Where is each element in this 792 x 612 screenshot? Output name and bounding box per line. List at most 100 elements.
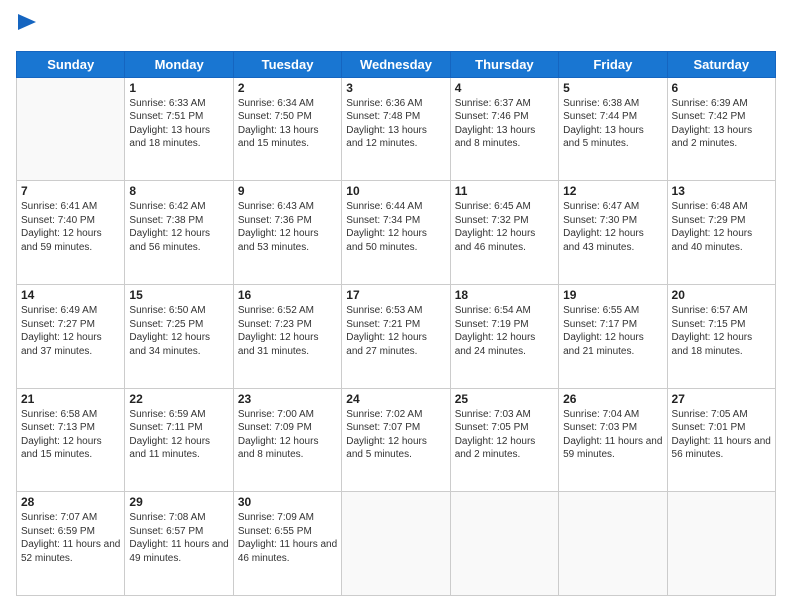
day-number: 29 xyxy=(129,495,228,509)
day-cell: 1 Sunrise: 6:33 AM Sunset: 7:51 PM Daylig… xyxy=(125,77,233,181)
day-cell: 5 Sunrise: 6:38 AM Sunset: 7:44 PM Daylig… xyxy=(559,77,667,181)
header xyxy=(16,16,776,41)
day-info: Sunrise: 7:05 AM Sunset: 7:01 PM Dayligh… xyxy=(672,408,771,462)
calendar-table: SundayMondayTuesdayWednesdayThursdayFrid… xyxy=(16,51,776,596)
day-number: 30 xyxy=(238,495,337,509)
weekday-header-row: SundayMondayTuesdayWednesdayThursdayFrid… xyxy=(17,51,776,77)
day-cell: 20 Sunrise: 6:57 AM Sunset: 7:15 PM Dayli… xyxy=(667,285,775,389)
day-cell xyxy=(342,492,450,596)
day-info: Sunrise: 6:47 AM Sunset: 7:30 PM Dayligh… xyxy=(563,200,662,254)
day-cell: 4 Sunrise: 6:37 AM Sunset: 7:46 PM Daylig… xyxy=(450,77,558,181)
day-number: 4 xyxy=(455,81,554,95)
day-number: 9 xyxy=(238,184,337,198)
day-number: 20 xyxy=(672,288,771,302)
day-cell xyxy=(450,492,558,596)
day-info: Sunrise: 6:59 AM Sunset: 7:11 PM Dayligh… xyxy=(129,408,228,462)
day-info: Sunrise: 6:58 AM Sunset: 7:13 PM Dayligh… xyxy=(21,408,120,462)
day-number: 19 xyxy=(563,288,662,302)
day-number: 28 xyxy=(21,495,120,509)
day-info: Sunrise: 6:45 AM Sunset: 7:32 PM Dayligh… xyxy=(455,200,554,254)
day-cell: 6 Sunrise: 6:39 AM Sunset: 7:42 PM Daylig… xyxy=(667,77,775,181)
page: SundayMondayTuesdayWednesdayThursdayFrid… xyxy=(0,0,792,612)
weekday-header-monday: Monday xyxy=(125,51,233,77)
logo xyxy=(16,16,36,41)
day-cell: 23 Sunrise: 7:00 AM Sunset: 7:09 PM Dayli… xyxy=(233,388,341,492)
week-row-4: 21 Sunrise: 6:58 AM Sunset: 7:13 PM Dayli… xyxy=(17,388,776,492)
day-number: 16 xyxy=(238,288,337,302)
day-cell: 28 Sunrise: 7:07 AM Sunset: 6:59 PM Dayli… xyxy=(17,492,125,596)
day-info: Sunrise: 6:43 AM Sunset: 7:36 PM Dayligh… xyxy=(238,200,337,254)
weekday-header-sunday: Sunday xyxy=(17,51,125,77)
day-cell: 18 Sunrise: 6:54 AM Sunset: 7:19 PM Dayli… xyxy=(450,285,558,389)
day-cell: 15Sunrise: 6:50 AM Sunset: 7:25 PM Dayli… xyxy=(125,285,233,389)
day-info: Sunrise: 6:36 AM Sunset: 7:48 PM Dayligh… xyxy=(346,97,445,151)
day-info: Sunrise: 6:34 AM Sunset: 7:50 PM Dayligh… xyxy=(238,97,337,151)
weekday-header-friday: Friday xyxy=(559,51,667,77)
day-number: 5 xyxy=(563,81,662,95)
day-info: Sunrise: 6:42 AM Sunset: 7:38 PM Dayligh… xyxy=(129,200,228,254)
day-cell: 25 Sunrise: 7:03 AM Sunset: 7:05 PM Dayli… xyxy=(450,388,558,492)
day-number: 8 xyxy=(129,184,228,198)
logo-text xyxy=(16,16,36,41)
day-info: Sunrise: 6:54 AM Sunset: 7:19 PM Dayligh… xyxy=(455,304,554,358)
weekday-header-tuesday: Tuesday xyxy=(233,51,341,77)
week-row-2: 7Sunrise: 6:41 AM Sunset: 7:40 PM Daylig… xyxy=(17,181,776,285)
day-cell: 7Sunrise: 6:41 AM Sunset: 7:40 PM Daylig… xyxy=(17,181,125,285)
day-cell: 17Sunrise: 6:53 AM Sunset: 7:21 PM Dayli… xyxy=(342,285,450,389)
day-number: 11 xyxy=(455,184,554,198)
day-number: 25 xyxy=(455,392,554,406)
day-info: Sunrise: 6:49 AM Sunset: 7:27 PM Dayligh… xyxy=(21,304,120,358)
day-info: Sunrise: 6:37 AM Sunset: 7:46 PM Dayligh… xyxy=(455,97,554,151)
day-info: Sunrise: 7:07 AM Sunset: 6:59 PM Dayligh… xyxy=(21,511,120,565)
day-info: Sunrise: 7:02 AM Sunset: 7:07 PM Dayligh… xyxy=(346,408,445,462)
day-info: Sunrise: 6:57 AM Sunset: 7:15 PM Dayligh… xyxy=(672,304,771,358)
day-cell: 16 Sunrise: 6:52 AM Sunset: 7:23 PM Dayli… xyxy=(233,285,341,389)
day-info: Sunrise: 6:52 AM Sunset: 7:23 PM Dayligh… xyxy=(238,304,337,358)
day-number: 3 xyxy=(346,81,445,95)
day-number: 24 xyxy=(346,392,445,406)
day-cell: 24 Sunrise: 7:02 AM Sunset: 7:07 PM Dayli… xyxy=(342,388,450,492)
day-info: Sunrise: 7:00 AM Sunset: 7:09 PM Dayligh… xyxy=(238,408,337,462)
day-number: 13 xyxy=(672,184,771,198)
day-cell: 26Sunrise: 7:04 AM Sunset: 7:03 PM Dayli… xyxy=(559,388,667,492)
day-cell: 9 Sunrise: 6:43 AM Sunset: 7:36 PM Daylig… xyxy=(233,181,341,285)
day-info: Sunrise: 6:44 AM Sunset: 7:34 PM Dayligh… xyxy=(346,200,445,254)
day-cell: 10 Sunrise: 6:44 AM Sunset: 7:34 PM Dayli… xyxy=(342,181,450,285)
day-cell: 30 Sunrise: 7:09 AM Sunset: 6:55 PM Dayli… xyxy=(233,492,341,596)
day-number: 18 xyxy=(455,288,554,302)
day-info: Sunrise: 6:38 AM Sunset: 7:44 PM Dayligh… xyxy=(563,97,662,151)
week-row-5: 28 Sunrise: 7:07 AM Sunset: 6:59 PM Dayli… xyxy=(17,492,776,596)
day-cell: 8 Sunrise: 6:42 AM Sunset: 7:38 PM Daylig… xyxy=(125,181,233,285)
day-number: 2 xyxy=(238,81,337,95)
day-number: 10 xyxy=(346,184,445,198)
day-info: Sunrise: 7:08 AM Sunset: 6:57 PM Dayligh… xyxy=(129,511,228,565)
week-row-3: 14 Sunrise: 6:49 AM Sunset: 7:27 PM Dayli… xyxy=(17,285,776,389)
day-number: 21 xyxy=(21,392,120,406)
day-cell: 29 Sunrise: 7:08 AM Sunset: 6:57 PM Dayli… xyxy=(125,492,233,596)
week-row-1: 1 Sunrise: 6:33 AM Sunset: 7:51 PM Daylig… xyxy=(17,77,776,181)
day-cell: 22Sunrise: 6:59 AM Sunset: 7:11 PM Dayli… xyxy=(125,388,233,492)
day-cell: 14 Sunrise: 6:49 AM Sunset: 7:27 PM Dayli… xyxy=(17,285,125,389)
day-info: Sunrise: 7:09 AM Sunset: 6:55 PM Dayligh… xyxy=(238,511,337,565)
day-cell: 27Sunrise: 7:05 AM Sunset: 7:01 PM Dayli… xyxy=(667,388,775,492)
day-cell xyxy=(17,77,125,181)
day-cell: 13Sunrise: 6:48 AM Sunset: 7:29 PM Dayli… xyxy=(667,181,775,285)
day-info: Sunrise: 7:04 AM Sunset: 7:03 PM Dayligh… xyxy=(563,408,662,462)
day-info: Sunrise: 6:39 AM Sunset: 7:42 PM Dayligh… xyxy=(672,97,771,151)
day-cell xyxy=(559,492,667,596)
day-info: Sunrise: 7:03 AM Sunset: 7:05 PM Dayligh… xyxy=(455,408,554,462)
day-number: 12 xyxy=(563,184,662,198)
logo-flag-icon xyxy=(18,14,36,38)
day-info: Sunrise: 6:50 AM Sunset: 7:25 PM Dayligh… xyxy=(129,304,228,358)
weekday-header-thursday: Thursday xyxy=(450,51,558,77)
day-number: 14 xyxy=(21,288,120,302)
day-info: Sunrise: 6:33 AM Sunset: 7:51 PM Dayligh… xyxy=(129,97,228,151)
day-cell xyxy=(667,492,775,596)
day-cell: 11 Sunrise: 6:45 AM Sunset: 7:32 PM Dayli… xyxy=(450,181,558,285)
day-number: 23 xyxy=(238,392,337,406)
day-cell: 2 Sunrise: 6:34 AM Sunset: 7:50 PM Daylig… xyxy=(233,77,341,181)
day-number: 6 xyxy=(672,81,771,95)
day-number: 1 xyxy=(129,81,228,95)
day-number: 17 xyxy=(346,288,445,302)
day-info: Sunrise: 6:55 AM Sunset: 7:17 PM Dayligh… xyxy=(563,304,662,358)
